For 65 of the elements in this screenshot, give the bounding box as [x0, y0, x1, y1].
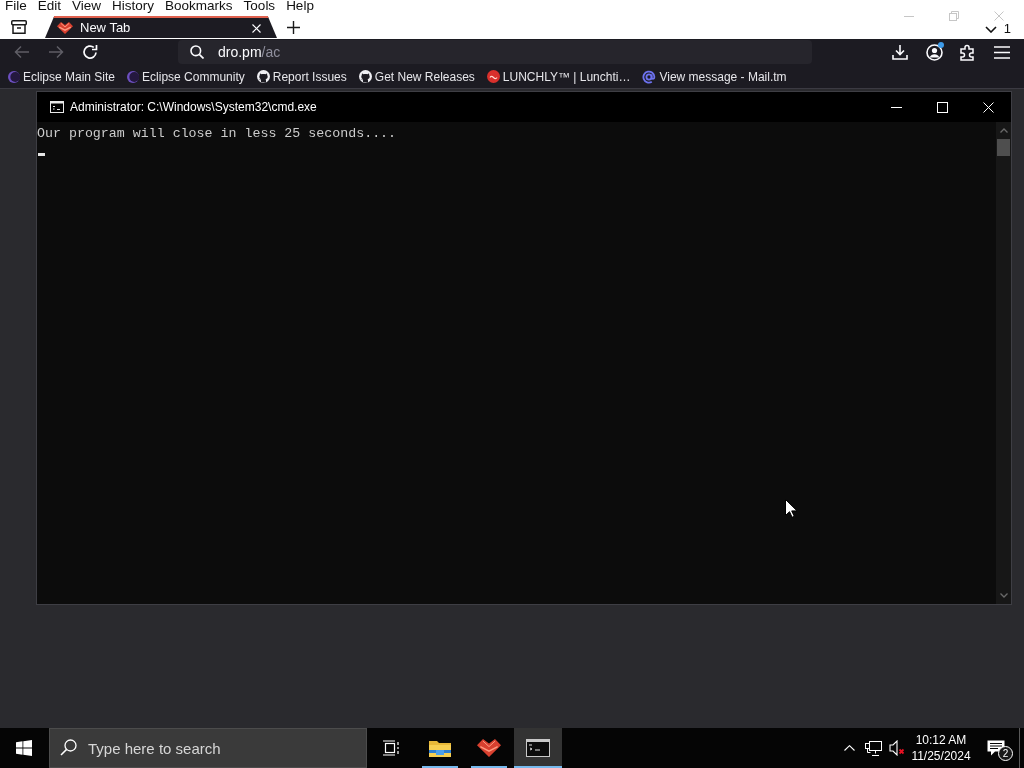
- crescent-logo-icon: [127, 70, 140, 83]
- bookmark-link[interactable]: LUNCHLY™ | Lunchti…: [486, 69, 631, 84]
- download-icon: [892, 44, 908, 60]
- window-panes-icon: [16, 740, 32, 756]
- close-icon: [982, 101, 994, 113]
- minimize-icon: [903, 16, 914, 17]
- layered-chevron-logo-icon: [477, 739, 501, 757]
- restore-icon: [948, 11, 959, 21]
- window-title: Administrator: C:\Windows\System32\cmd.exe: [70, 100, 317, 114]
- cat-logo-icon: [256, 70, 270, 83]
- speaker-icon: [889, 740, 905, 756]
- terminal-icon: [50, 101, 64, 113]
- reload-icon: [82, 44, 98, 60]
- chevron-down-icon: [999, 593, 1008, 598]
- account-icon: [925, 43, 943, 61]
- close-tab-button[interactable]: [250, 22, 262, 34]
- archive-box-icon: [11, 20, 27, 34]
- menu-item[interactable]: Help: [286, 0, 314, 13]
- layered-chevron-logo-icon: [57, 22, 73, 34]
- notifications-button[interactable]: 2: [973, 728, 1019, 768]
- bookmark-link[interactable]: View message - Mail.tm: [642, 69, 787, 84]
- corner-count: 1: [1003, 22, 1011, 36]
- menu-item[interactable]: Edit: [37, 0, 62, 13]
- menu-icon: [994, 45, 1010, 59]
- search-icon: [60, 739, 77, 756]
- menu-item[interactable]: File: [5, 0, 27, 13]
- round-logo-icon: [486, 70, 500, 83]
- clock-date[interactable]: 11/25/2024: [911, 748, 971, 764]
- forward-arrow-icon: [48, 45, 64, 59]
- maximize-icon: [936, 101, 948, 113]
- bookmark-link[interactable]: Eclipse Community: [127, 69, 245, 84]
- terminal-icon: [526, 739, 550, 757]
- browser-tab[interactable]: New Tab: [45, 16, 277, 38]
- mouse-pointer-icon: [785, 499, 797, 518]
- bookmark-link[interactable]: Report Issues: [256, 69, 347, 84]
- puzzle-piece-icon: [960, 43, 976, 61]
- folder-icon: [429, 739, 451, 757]
- menu-item[interactable]: Bookmarks: [165, 0, 233, 13]
- terminal-button[interactable]: [514, 728, 562, 768]
- clock-time[interactable]: 10:12 AM: [915, 732, 967, 748]
- chevron-up-icon: [843, 745, 855, 751]
- console-output-line: Our program will close in less 25 seconds....: [37, 126, 397, 142]
- close-icon: [993, 11, 1004, 21]
- scrollbar-track[interactable]: [996, 122, 1011, 604]
- crescent-logo-icon: [8, 70, 20, 83]
- close-icon: [251, 23, 261, 33]
- cat-logo-icon: [358, 70, 372, 83]
- task-view-icon: [382, 740, 400, 756]
- menu-item[interactable]: View: [72, 0, 102, 13]
- minimize-icon: [890, 106, 902, 108]
- search-field[interactable]: Type here to search: [49, 728, 367, 768]
- notification-count-badge: 2: [998, 746, 1013, 761]
- menu-item[interactable]: Tools: [243, 0, 276, 13]
- scrollbar-thumb[interactable]: [997, 139, 1010, 156]
- bookmark-link[interactable]: Eclipse Main Site: [8, 69, 116, 84]
- menu-item[interactable]: History: [112, 0, 155, 13]
- at-sign-icon: [642, 69, 657, 84]
- search-icon: [190, 45, 204, 59]
- monitor-icon: [864, 740, 882, 756]
- bookmark-link[interactable]: Get New Releases: [358, 69, 475, 84]
- plus-icon: [286, 20, 300, 34]
- chevron-down-icon: [984, 25, 997, 33]
- url-field[interactable]: dro.pm/ac: [178, 40, 812, 64]
- chevron-up-icon: [999, 128, 1008, 133]
- back-arrow-icon: [14, 45, 30, 59]
